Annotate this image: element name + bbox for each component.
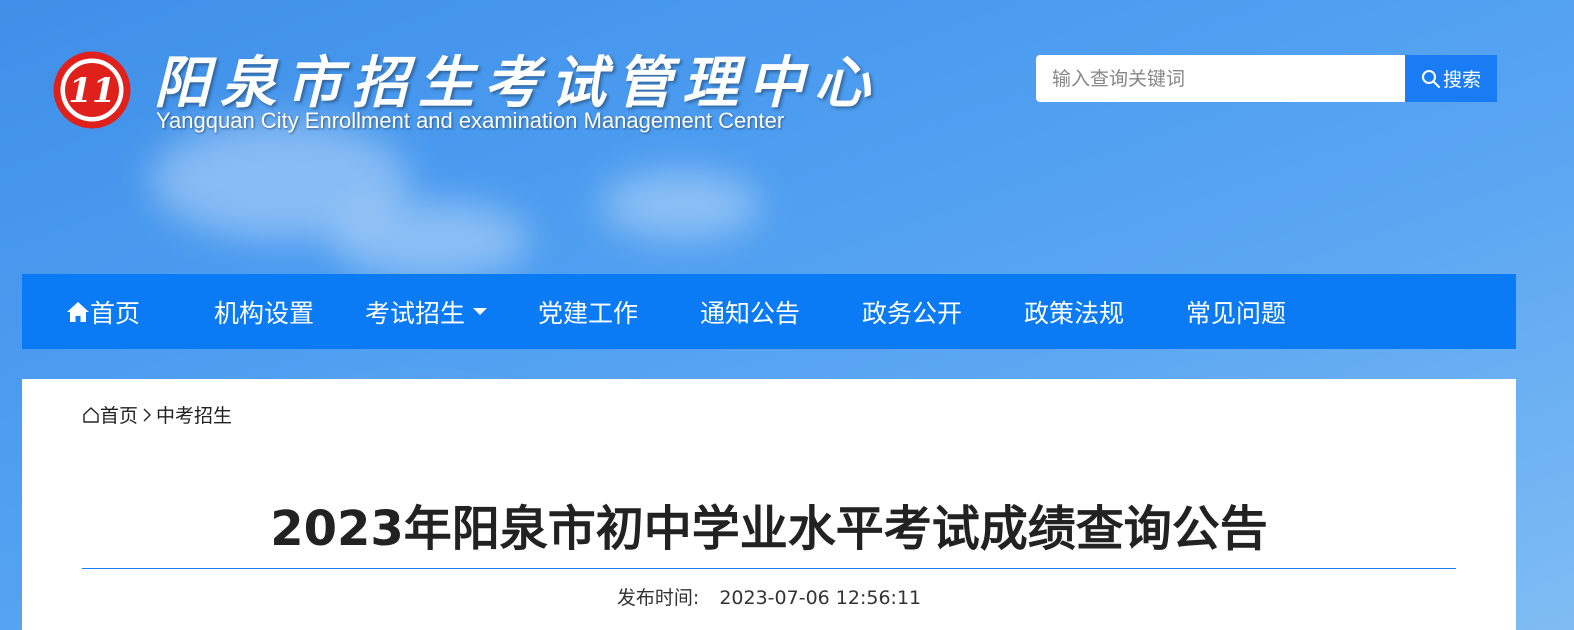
nav-item-label: 机构设置: [214, 298, 315, 328]
site-subtitle: Yangquan City Enrollment and examination…: [156, 108, 785, 133]
caret-down-icon: [473, 308, 488, 315]
site-header: 11 阳泉市招生考试管理中心 Yangquan City Enrollment …: [0, 0, 1574, 274]
chevron-right-icon: [143, 408, 152, 421]
published-label: 发布时间:: [616, 587, 700, 609]
nav-item-label: 政务公开: [862, 298, 963, 328]
home-icon: [67, 301, 89, 322]
nav-item-label: 政策法规: [1024, 298, 1125, 328]
nav-item-faq[interactable]: 常见问题: [1186, 274, 1286, 349]
article-meta: 发布时间: 2023-07-06 12:56:11: [22, 583, 1516, 610]
nav-item-home[interactable]: 首页: [66, 274, 140, 349]
main-nav: 首页 机构设置 考试招生 党建工作 通知公告 政务公开 政策法规 常见问题: [22, 274, 1516, 349]
search-input[interactable]: [1036, 55, 1405, 102]
nav-item-label: 常见问题: [1186, 298, 1287, 328]
nav-item-party[interactable]: 党建工作: [538, 274, 638, 349]
nav-item-label: 考试招生: [365, 298, 466, 328]
breadcrumb: 首页 中考招生: [82, 401, 232, 428]
nav-item-label: 通知公告: [700, 298, 801, 328]
nav-item-policies[interactable]: 政策法规: [1024, 274, 1124, 349]
search-icon: [1421, 69, 1440, 88]
site-logo[interactable]: 11: [52, 50, 132, 130]
nav-item-label: 首页: [90, 298, 141, 328]
article-title: 2023年阳泉市初中学业水平考试成绩查询公告: [270, 501, 1268, 557]
nav-item-exams[interactable]: 考试招生: [365, 274, 488, 349]
title-divider: [82, 568, 1456, 569]
nav-item-notices[interactable]: 通知公告: [700, 274, 800, 349]
home-outline-icon: [83, 406, 99, 423]
site-title: 阳泉市招生考试管理中心: [154, 50, 880, 116]
search-button-label: 搜索: [1442, 69, 1481, 91]
search-button[interactable]: 搜索: [1405, 55, 1497, 102]
breadcrumb-current-link[interactable]: 中考招生: [156, 401, 232, 428]
logo-mark: 11: [68, 71, 115, 111]
breadcrumb-home-link[interactable]: 首页: [100, 401, 138, 428]
nav-item-label: 党建工作: [538, 298, 639, 328]
published-date: 2023-07-06 12:56:11: [719, 587, 922, 609]
article-panel: 首页 中考招生 2023年阳泉市初中学业水平考试成绩查询公告 发布时间: 202…: [22, 379, 1516, 630]
nav-item-government[interactable]: 政务公开: [862, 274, 962, 349]
search-form: 搜索: [1036, 55, 1497, 102]
nav-item-organization[interactable]: 机构设置: [214, 274, 314, 349]
